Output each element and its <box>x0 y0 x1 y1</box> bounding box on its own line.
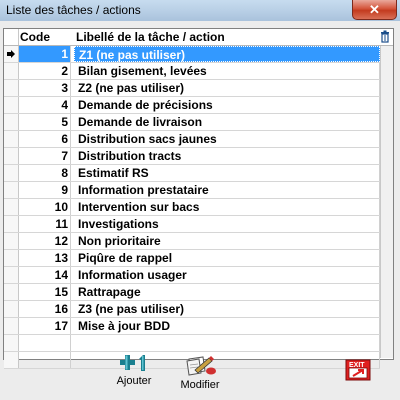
current-row-arrow-icon <box>7 50 15 58</box>
table-row[interactable]: 12 Non prioritaire <box>4 233 380 250</box>
cell-code[interactable]: 12 <box>19 233 71 249</box>
grid-rows: 1 Z1 (ne pas utiliser) 2 Bilan gisement, le… <box>4 46 380 369</box>
row-selector[interactable] <box>4 352 19 368</box>
cell-code[interactable]: 3 <box>19 80 71 96</box>
cell-libelle[interactable]: Bilan gisement, levées <box>74 63 380 79</box>
cell-code[interactable]: 11 <box>19 216 71 232</box>
cell-code[interactable]: 13 <box>19 250 71 266</box>
cell-libelle[interactable]: Information usager <box>74 267 380 283</box>
cell-libelle[interactable]: Distribution sacs jaunes <box>74 131 380 147</box>
vertical-scrollbar[interactable] <box>380 46 393 358</box>
cell-libelle[interactable]: Estimatif RS <box>74 165 380 181</box>
table-row[interactable]: 11 Investigations <box>4 216 380 233</box>
tasks-grid: Code Libellé de la tâche / action 1 Z1 (n… <box>3 28 394 369</box>
cell-libelle[interactable]: Rattrapage <box>74 284 380 300</box>
cell-libelle[interactable]: Demande de livraison <box>74 114 380 130</box>
cell-libelle[interactable]: Intervention sur bacs <box>74 199 380 215</box>
cell-libelle[interactable]: Demande de précisions <box>74 97 380 113</box>
table-row[interactable]: 4 Demande de précisions <box>4 97 380 114</box>
table-row[interactable]: 8 Estimatif RS <box>4 165 380 182</box>
table-row[interactable]: 17 Mise à jour BDD <box>4 318 380 335</box>
row-selector[interactable] <box>4 97 19 113</box>
cell-libelle[interactable]: Mise à jour BDD <box>74 318 380 334</box>
column-header-code[interactable]: Code <box>20 30 50 44</box>
cell-libelle[interactable]: Z2 (ne pas utiliser) <box>74 80 380 96</box>
add-icon <box>120 355 145 371</box>
close-icon: ✕ <box>369 1 380 17</box>
cell-libelle[interactable]: Information prestataire <box>74 182 380 198</box>
cell-code[interactable]: 1 <box>19 46 71 62</box>
cell-libelle[interactable]: Z1 (ne pas utiliser) <box>74 46 380 62</box>
row-selector[interactable] <box>4 165 19 181</box>
row-selector[interactable] <box>4 63 19 79</box>
table-row[interactable]: 6 Distribution sacs jaunes <box>4 131 380 148</box>
edit-button[interactable]: Modifier <box>170 353 230 391</box>
row-selector[interactable] <box>4 46 19 62</box>
grid-header: Code Libellé de la tâche / action <box>4 29 393 46</box>
table-row[interactable]: 10 Intervention sur bacs <box>4 199 380 216</box>
table-row[interactable]: 5 Demande de livraison <box>4 114 380 131</box>
row-selector[interactable] <box>4 80 19 96</box>
cell-code[interactable]: 6 <box>19 131 71 147</box>
cell-libelle[interactable]: Z3 (ne pas utiliser) <box>74 301 380 317</box>
cell-code[interactable]: 5 <box>19 114 71 130</box>
table-row[interactable]: 16 Z3 (ne pas utiliser) <box>4 301 380 318</box>
cell-code[interactable]: 9 <box>19 182 71 198</box>
cell-code[interactable]: 15 <box>19 284 71 300</box>
window-body: Code Libellé de la tâche / action 1 Z1 (n… <box>0 21 400 400</box>
row-selector[interactable] <box>4 318 19 334</box>
cell-code[interactable]: 14 <box>19 267 71 283</box>
cell-libelle[interactable]: Non prioritaire <box>74 233 380 249</box>
row-selector[interactable] <box>4 301 19 317</box>
row-selector[interactable] <box>4 250 19 266</box>
cell-libelle[interactable]: Distribution tracts <box>74 148 380 164</box>
title-bar: Liste des tâches / actions ✕ <box>0 0 400 22</box>
row-selector-header <box>4 29 19 45</box>
row-selector[interactable] <box>4 233 19 249</box>
add-button[interactable]: Ajouter <box>104 353 164 387</box>
edit-button-label: Modifier <box>180 379 220 391</box>
column-header-libelle[interactable]: Libellé de la tâche / action <box>76 30 225 44</box>
table-row[interactable]: 14 Information usager <box>4 267 380 284</box>
cell-code[interactable]: 17 <box>19 318 71 334</box>
row-selector[interactable] <box>4 335 19 351</box>
table-row[interactable]: 1 Z1 (ne pas utiliser) <box>4 46 380 63</box>
cell-libelle[interactable]: Investigations <box>74 216 380 232</box>
exit-button[interactable]: EXIT <box>343 359 373 381</box>
cell-libelle[interactable] <box>74 335 380 351</box>
cell-code[interactable]: 2 <box>19 63 71 79</box>
row-selector[interactable] <box>4 216 19 232</box>
cell-code[interactable]: 7 <box>19 148 71 164</box>
row-selector[interactable] <box>4 131 19 147</box>
cell-code[interactable]: 16 <box>19 301 71 317</box>
row-selector[interactable] <box>4 199 19 215</box>
table-row[interactable]: 3 Z2 (ne pas utiliser) <box>4 80 380 97</box>
row-selector[interactable] <box>4 114 19 130</box>
table-row[interactable] <box>4 335 380 352</box>
cell-code[interactable]: 8 <box>19 165 71 181</box>
exit-label: EXIT <box>349 362 365 369</box>
row-selector[interactable] <box>4 267 19 283</box>
add-button-label: Ajouter <box>116 375 152 387</box>
window-title: Liste des tâches / actions <box>6 3 141 17</box>
cell-code[interactable] <box>19 352 71 368</box>
table-row[interactable]: 13 Piqûre de rappel <box>4 250 380 267</box>
cell-code[interactable]: 10 <box>19 199 71 215</box>
edit-icon <box>186 356 216 376</box>
table-row[interactable]: 7 Distribution tracts <box>4 148 380 165</box>
row-selector[interactable] <box>4 148 19 164</box>
row-selector[interactable] <box>4 284 19 300</box>
table-row[interactable]: 2 Bilan gisement, levées <box>4 63 380 80</box>
trash-icon[interactable] <box>380 30 390 43</box>
close-button[interactable]: ✕ <box>352 0 397 20</box>
cell-code[interactable]: 4 <box>19 97 71 113</box>
table-row[interactable]: 15 Rattrapage <box>4 284 380 301</box>
row-selector[interactable] <box>4 182 19 198</box>
cell-libelle[interactable]: Piqûre de rappel <box>74 250 380 266</box>
table-row[interactable]: 9 Information prestataire <box>4 182 380 199</box>
cell-code[interactable] <box>19 335 71 351</box>
